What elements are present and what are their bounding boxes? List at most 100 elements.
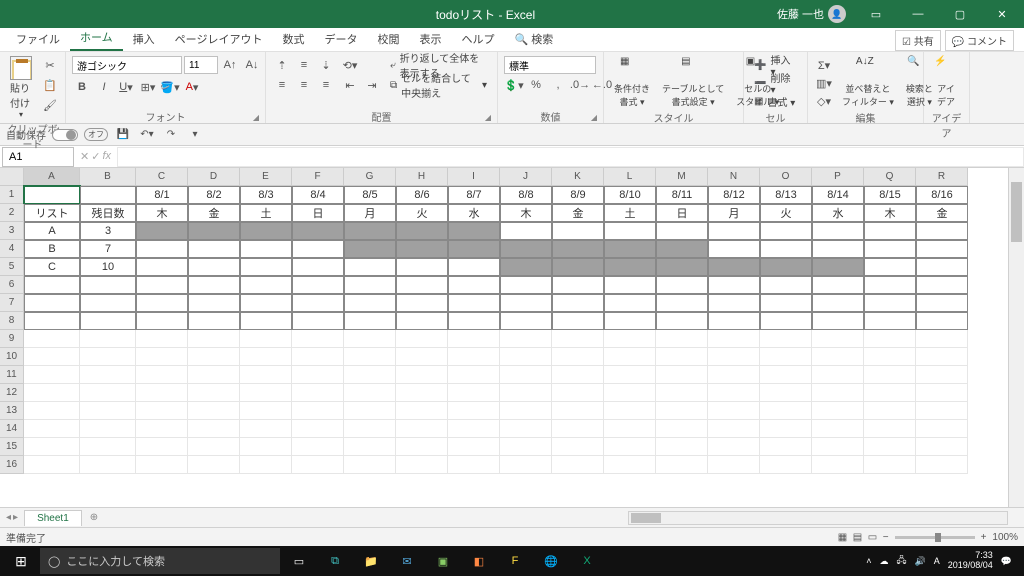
cell[interactable]	[916, 330, 968, 348]
cell[interactable]	[292, 438, 344, 456]
cell[interactable]	[136, 330, 188, 348]
cell[interactable]	[916, 222, 968, 240]
cell[interactable]	[24, 276, 80, 294]
row-header[interactable]: 7	[0, 294, 24, 312]
cell[interactable]	[80, 420, 136, 438]
cell[interactable]	[448, 276, 500, 294]
cell[interactable]	[136, 312, 188, 330]
cell[interactable]: 土	[240, 204, 292, 222]
cell[interactable]	[708, 330, 760, 348]
taskbar-app-icon[interactable]: ◧	[462, 546, 496, 576]
cell[interactable]	[292, 240, 344, 258]
cell[interactable]	[552, 258, 604, 276]
cell[interactable]: 8/11	[656, 186, 708, 204]
cell[interactable]	[500, 366, 552, 384]
cell[interactable]	[760, 366, 812, 384]
start-button[interactable]: ⊞	[4, 546, 38, 576]
cell[interactable]	[188, 384, 240, 402]
cell[interactable]	[344, 222, 396, 240]
cell[interactable]	[292, 384, 344, 402]
cell[interactable]	[760, 222, 812, 240]
column-header[interactable]: H	[396, 168, 448, 186]
cell[interactable]: 木	[500, 204, 552, 222]
cell[interactable]	[760, 240, 812, 258]
dialog-launcher-icon[interactable]: ◢	[253, 113, 259, 122]
comma-format-icon[interactable]: ,	[548, 76, 568, 94]
cell[interactable]	[864, 348, 916, 366]
column-header[interactable]: L	[604, 168, 656, 186]
cell[interactable]	[708, 312, 760, 330]
cell[interactable]	[916, 402, 968, 420]
cell[interactable]	[656, 420, 708, 438]
taskbar-app-icon[interactable]: ⧉	[318, 546, 352, 576]
cell[interactable]	[24, 312, 80, 330]
cell[interactable]	[864, 312, 916, 330]
cell[interactable]: 8/2	[188, 186, 240, 204]
align-middle-icon[interactable]: ≡	[294, 56, 314, 74]
cell[interactable]	[240, 366, 292, 384]
underline-button[interactable]: U▾	[116, 78, 136, 96]
taskbar-app-icon[interactable]: F	[498, 546, 532, 576]
tab-file[interactable]: ファイル	[6, 27, 70, 51]
notifications-icon[interactable]: 💬	[1001, 556, 1012, 567]
cell[interactable]	[396, 402, 448, 420]
comment-button[interactable]: 💬 コメント	[945, 30, 1014, 51]
cell[interactable]	[240, 330, 292, 348]
cell[interactable]: A	[24, 222, 80, 240]
align-center-icon[interactable]: ≡	[294, 76, 314, 94]
cell[interactable]	[812, 330, 864, 348]
cell[interactable]	[292, 258, 344, 276]
cut-icon[interactable]: ✂	[40, 56, 60, 74]
cell[interactable]	[188, 240, 240, 258]
cell[interactable]	[708, 348, 760, 366]
cell[interactable]	[552, 456, 604, 474]
cell[interactable]	[344, 456, 396, 474]
row-header[interactable]: 14	[0, 420, 24, 438]
cell[interactable]	[812, 384, 864, 402]
cell[interactable]	[864, 420, 916, 438]
cell[interactable]	[552, 240, 604, 258]
cell[interactable]	[80, 312, 136, 330]
cell[interactable]	[708, 294, 760, 312]
cell[interactable]	[760, 420, 812, 438]
cell[interactable]	[552, 312, 604, 330]
cell[interactable]	[812, 240, 864, 258]
user-account[interactable]: 佐藤 一也 👤	[771, 5, 852, 23]
cell[interactable]	[448, 258, 500, 276]
cell[interactable]	[344, 402, 396, 420]
column-header[interactable]: A	[24, 168, 80, 186]
cell[interactable]	[500, 456, 552, 474]
cell[interactable]	[80, 276, 136, 294]
cell[interactable]	[812, 456, 864, 474]
column-header[interactable]: I	[448, 168, 500, 186]
cell[interactable]: B	[24, 240, 80, 258]
cell[interactable]	[448, 438, 500, 456]
cell[interactable]	[136, 384, 188, 402]
accounting-format-icon[interactable]: 💲▾	[504, 76, 524, 94]
column-header[interactable]: K	[552, 168, 604, 186]
cell[interactable]: 水	[448, 204, 500, 222]
cell[interactable]: 8/14	[812, 186, 864, 204]
bold-button[interactable]: B	[72, 78, 92, 96]
cell[interactable]	[292, 330, 344, 348]
cell[interactable]	[500, 222, 552, 240]
cell[interactable]	[864, 294, 916, 312]
cell[interactable]	[604, 366, 656, 384]
cell[interactable]	[292, 402, 344, 420]
cell[interactable]	[552, 294, 604, 312]
cell[interactable]	[916, 420, 968, 438]
border-button[interactable]: ⊞▾	[138, 78, 158, 96]
zoom-out-icon[interactable]: −	[883, 532, 889, 543]
cell[interactable]	[552, 276, 604, 294]
cell[interactable]	[656, 312, 708, 330]
cell[interactable]	[864, 438, 916, 456]
share-button[interactable]: ☑ 共有	[895, 30, 941, 51]
cell[interactable]	[916, 456, 968, 474]
cell[interactable]	[604, 456, 656, 474]
cell[interactable]	[396, 258, 448, 276]
cell[interactable]	[240, 438, 292, 456]
row-header[interactable]: 15	[0, 438, 24, 456]
cell[interactable]	[136, 348, 188, 366]
increase-font-icon[interactable]: A↑	[220, 56, 240, 74]
cell[interactable]	[500, 294, 552, 312]
